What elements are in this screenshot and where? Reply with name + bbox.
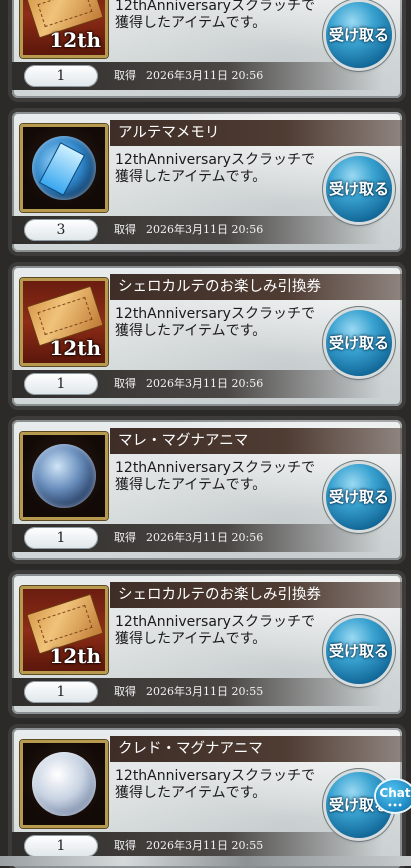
- item-name: シェロカルテのお楽しみ引換券: [110, 274, 402, 300]
- gift-card: 12th シェロカルテのお楽しみ引換券 12thAnniversaryスクラッチ…: [12, 574, 402, 714]
- gift-card: アルテマメモリ 12thAnniversaryスクラッチで獲得したアイテムです。…: [12, 112, 402, 252]
- item-name: マレ・マグナアニマ: [110, 428, 402, 454]
- acquired-date: 2026年3月11日 20:56: [146, 69, 264, 82]
- acquired-date: 2026年3月11日 20:55: [146, 685, 264, 698]
- acquired-info: 取得 2026年3月11日 20:55: [114, 683, 263, 701]
- item-footer: 1 取得 2026年3月11日 20:56: [12, 62, 402, 90]
- acquired-info: 取得 2026年3月11日 20:55: [114, 837, 263, 855]
- item-name: シェロカルテのお楽しみ引換券: [110, 582, 402, 608]
- gift-card: 12th シェロカルテのお楽しみ引換券 12thAnniversaryスクラッチ…: [12, 266, 402, 406]
- receive-button[interactable]: 受け取る: [326, 2, 392, 68]
- acquired-date: 2026年3月11日 20:56: [146, 531, 264, 544]
- item-footer: 1 取得 2026年3月11日 20:56: [12, 370, 402, 398]
- chat-dots-icon: •••: [387, 801, 403, 810]
- acquired-info: 取得 2026年3月11日 20:56: [114, 67, 263, 85]
- item-description: 12thAnniversaryスクラッチで獲得したアイテムです。: [115, 614, 315, 647]
- anniversary-badge: 12th: [49, 28, 101, 52]
- gift-card: マレ・マグナアニマ 12thAnniversaryスクラッチで獲得したアイテムで…: [12, 420, 402, 560]
- item-description: 12thAnniversaryスクラッチで獲得したアイテムです。: [115, 306, 315, 339]
- acquired-date: 2026年3月11日 20:56: [146, 223, 264, 236]
- acquired-info: 取得 2026年3月11日 20:56: [114, 221, 263, 239]
- acquired-date: 2026年3月11日 20:56: [146, 377, 264, 390]
- acquired-date: 2026年3月11日 20:55: [146, 839, 264, 852]
- item-thumbnail: 12th: [20, 0, 108, 58]
- earth-anima-icon: [32, 752, 96, 816]
- receive-button[interactable]: 受け取る: [326, 618, 392, 684]
- item-thumbnail: [20, 124, 108, 212]
- chat-button[interactable]: Chat •••: [376, 780, 411, 812]
- gift-card: クレド・マグナアニマ 12thAnniversaryスクラッチで獲得したアイテム…: [12, 728, 402, 868]
- item-description: 12thAnniversaryスクラッチで獲得したアイテムです。: [115, 460, 315, 493]
- receive-button[interactable]: 受け取る: [326, 464, 392, 530]
- item-thumbnail: [20, 740, 108, 828]
- water-anima-icon: [32, 444, 96, 508]
- quantity-badge: 1: [24, 373, 98, 395]
- acquired-label: 取得: [114, 223, 136, 236]
- item-description: 12thAnniversaryスクラッチで獲得したアイテムです。: [115, 0, 315, 31]
- acquired-info: 取得 2026年3月11日 20:56: [114, 375, 263, 393]
- item-thumbnail: 12th: [20, 278, 108, 366]
- item-footer: 1 取得 2026年3月11日 20:55: [12, 678, 402, 706]
- gift-list: 12th 12thAnniversaryスクラッチで獲得したアイテムです。 1 …: [0, 0, 411, 868]
- quantity-badge: 1: [24, 527, 98, 549]
- quantity-badge: 1: [24, 681, 98, 703]
- item-description: 12thAnniversaryスクラッチで獲得したアイテムです。: [115, 152, 315, 185]
- acquired-label: 取得: [114, 531, 136, 544]
- acquired-label: 取得: [114, 685, 136, 698]
- footer-frame: [0, 856, 411, 866]
- item-thumbnail: [20, 432, 108, 520]
- quantity-badge: 1: [24, 835, 98, 857]
- acquired-label: 取得: [114, 377, 136, 390]
- item-name: クレド・マグナアニマ: [110, 736, 402, 762]
- item-name: アルテマメモリ: [110, 120, 402, 146]
- item-footer: 1 取得 2026年3月11日 20:56: [12, 524, 402, 552]
- acquired-info: 取得 2026年3月11日 20:56: [114, 529, 263, 547]
- receive-button[interactable]: 受け取る: [326, 156, 392, 222]
- acquired-label: 取得: [114, 839, 136, 852]
- anniversary-badge: 12th: [49, 644, 101, 668]
- chat-label: Chat: [379, 786, 411, 800]
- ultima-memory-icon: [32, 136, 96, 200]
- item-description: 12thAnniversaryスクラッチで獲得したアイテムです。: [115, 768, 315, 801]
- anniversary-badge: 12th: [49, 336, 101, 360]
- item-thumbnail: 12th: [20, 586, 108, 674]
- quantity-badge: 1: [24, 65, 98, 87]
- gift-card: 12th 12thAnniversaryスクラッチで獲得したアイテムです。 1 …: [12, 0, 402, 98]
- quantity-badge: 3: [24, 219, 98, 241]
- item-footer: 3 取得 2026年3月11日 20:56: [12, 216, 402, 244]
- acquired-label: 取得: [114, 69, 136, 82]
- receive-button[interactable]: 受け取る: [326, 310, 392, 376]
